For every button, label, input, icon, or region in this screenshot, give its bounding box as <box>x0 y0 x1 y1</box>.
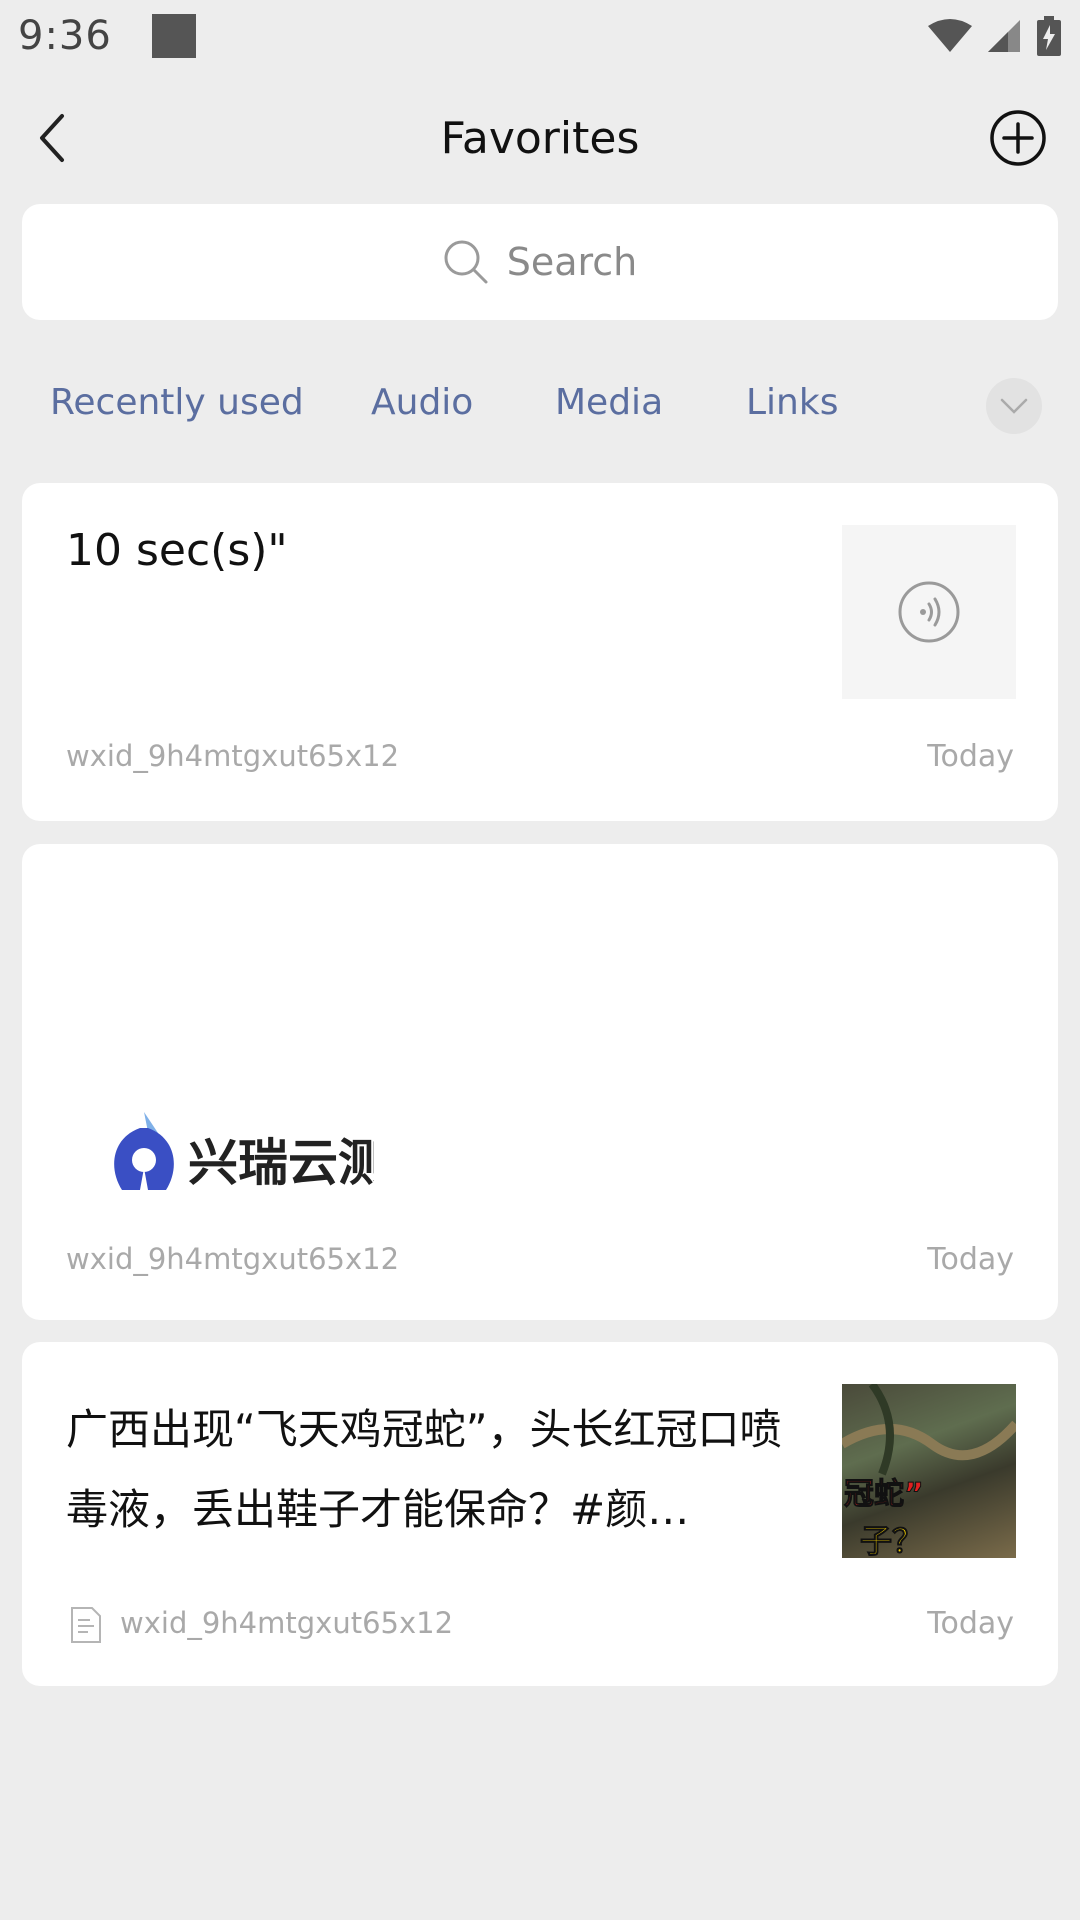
expand-tabs-button[interactable] <box>986 378 1042 434</box>
item-source: wxid_9h4mtgxut65x12 <box>66 739 400 773</box>
thumb-caption-line-1: 冠蛇” <box>844 1477 924 1512</box>
status-time: 9:36 <box>18 13 112 59</box>
add-circle-icon[interactable] <box>988 108 1048 168</box>
brand-logo-image: 兴瑞云测 <box>114 1112 374 1192</box>
link-thumbnail: 冠蛇” 子？ <box>842 1384 1016 1558</box>
logo-text: 兴瑞云测 <box>188 1134 374 1192</box>
search-placeholder: Search <box>506 240 638 284</box>
app-bar: Favorites <box>0 88 1080 188</box>
item-date: Today <box>927 1242 1014 1277</box>
cellular-signal-icon <box>988 20 1020 52</box>
item-date: Today <box>927 1606 1014 1641</box>
chevron-down-icon <box>1000 398 1028 414</box>
tab-media[interactable]: Media <box>555 382 663 423</box>
thumb-caption-line-2: 子？ <box>860 1522 924 1558</box>
search-bar[interactable]: Search <box>22 204 1058 320</box>
favorite-item-image[interactable]: 兴瑞云测 wxid_9h4mtgxut65x12 Today <box>22 844 1058 1320</box>
notification-icon <box>151 14 196 58</box>
status-icons <box>928 16 1062 56</box>
page-title: Favorites <box>440 112 640 164</box>
item-text: 10 sec(s)" <box>66 525 288 576</box>
snake-video-thumbnail: 冠蛇” 子？ <box>842 1384 1016 1558</box>
wifi-icon <box>928 19 972 52</box>
status-bar: 9:36 <box>0 0 1080 72</box>
item-text: 广西出现“飞天鸡冠蛇”，头长红冠口喷毒液，丢出鞋子才能保命？#颜… <box>66 1405 782 1534</box>
favorite-item-audio[interactable]: 10 sec(s)" wxid_9h4mtgxut65x12 Today <box>22 483 1058 821</box>
tab-recently-used[interactable]: Recently used <box>50 382 304 423</box>
back-arrow-icon[interactable] <box>28 110 84 166</box>
item-date: Today <box>927 739 1014 774</box>
tab-links[interactable]: Links <box>746 382 838 423</box>
search-icon <box>444 240 488 284</box>
audio-thumbnail <box>842 525 1016 699</box>
tab-audio[interactable]: Audio <box>371 382 473 423</box>
item-source: wxid_9h4mtgxut65x12 <box>120 1606 454 1640</box>
item-source: wxid_9h4mtgxut65x12 <box>66 1242 400 1276</box>
filter-tabs: Recently used Audio Media Links <box>0 370 1080 440</box>
voice-message-icon <box>898 581 960 643</box>
battery-charging-icon <box>1037 16 1061 56</box>
document-icon <box>71 1607 101 1643</box>
favorite-item-link[interactable]: 广西出现“飞天鸡冠蛇”，头长红冠口喷毒液，丢出鞋子才能保命？#颜… 冠蛇” 子？… <box>22 1342 1058 1686</box>
